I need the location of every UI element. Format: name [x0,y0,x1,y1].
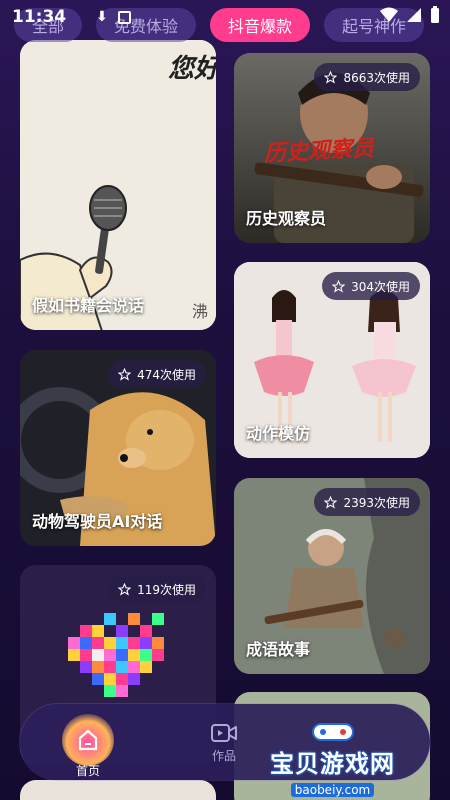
card-title: 历史观察员 [246,209,327,228]
template-card-book-talk[interactable]: 您好 沸 假如书籍会说话 [20,40,216,330]
watermark-url: baobeiy.com [290,783,375,797]
usage-count: 119次使用 [137,582,196,597]
template-card-idiom-story[interactable]: 2393次使用 成语故事 [234,478,430,674]
battery-icon [431,6,439,23]
book-image-caption: 您好 [167,54,216,84]
star-icon [118,582,132,596]
template-card-partial-left[interactable] [20,780,216,800]
home-icon [78,729,98,751]
app-notification-icon [117,10,131,24]
usage-count: 474次使用 [137,367,196,382]
status-bar: 11:34 ⬇ [0,0,450,34]
card-title: 成语故事 [246,640,311,659]
site-watermark: 宝贝游戏网 baobeiy.com [270,720,395,798]
artist-signature: 沸 [191,302,208,321]
download-icon: ⬇ [96,9,108,25]
star-icon [324,70,338,84]
template-card-history-observer[interactable]: 历史观察员 8663次使用 历史观察员 [234,53,430,243]
home-icon-bg [62,714,114,766]
template-card-action-imitation[interactable]: 304次使用 动作模仿 [234,262,430,458]
video-icon [211,724,237,742]
clock: 11:34 [12,7,67,27]
nav-home-label: 首页 [75,764,100,778]
usage-badge: 474次使用 [108,360,206,388]
usage-badge: 8663次使用 [314,63,420,91]
nav-works-label: 作品 [211,749,236,763]
usage-count: 304次使用 [351,279,410,294]
image-overlay-text: 历史观察员 [263,136,375,167]
nav-home[interactable]: 首页 [62,714,114,779]
template-card-animal-driver[interactable]: 474次使用 动物驾驶员AI对话 [20,350,216,546]
usage-badge: 119次使用 [108,575,206,603]
usage-badge: 2393次使用 [314,488,420,516]
watermark-text: 宝贝游戏网 [270,750,395,778]
card-title: 动作模仿 [246,424,311,443]
wifi-icon [380,7,398,22]
gamepad-logo-icon [311,723,354,741]
star-icon [324,495,338,509]
star-icon [118,367,132,381]
star-icon [332,279,346,293]
nav-works[interactable]: 作品 [210,722,238,764]
usage-count: 2393次使用 [343,495,410,510]
usage-count: 8663次使用 [343,70,410,85]
signal-icon [407,8,421,22]
card-title: 动物驾驶员AI对话 [32,512,163,531]
card-title: 假如书籍会说话 [32,296,145,315]
usage-badge: 304次使用 [322,272,420,300]
